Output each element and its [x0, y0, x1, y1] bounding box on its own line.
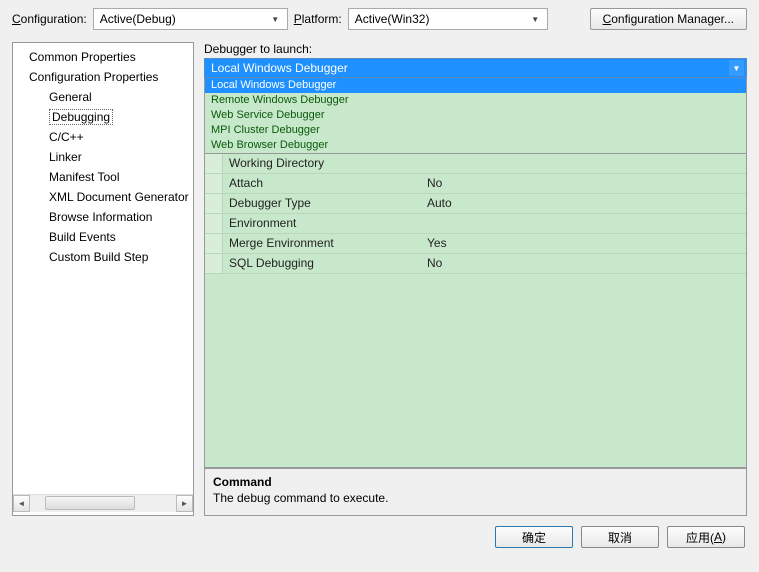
property-label: Attach	[223, 174, 423, 193]
apply-button[interactable]: 应用(A)应用(A)	[667, 526, 745, 548]
property-label: Environment	[223, 214, 423, 233]
row-handle	[205, 234, 223, 253]
row-handle	[205, 254, 223, 273]
scroll-track[interactable]	[30, 495, 176, 512]
help-title: Command	[213, 475, 738, 489]
property-row[interactable]: Debugger Type Auto	[205, 194, 746, 214]
cancel-button[interactable]: 取消	[581, 526, 659, 548]
configuration-manager-button[interactable]: Configuration Manager...Configuration Ma…	[590, 8, 747, 30]
dropdown-option[interactable]: Web Browser Debugger	[205, 138, 746, 153]
top-bar: CConfiguration:onfiguration: Active(Debu…	[0, 0, 759, 38]
scroll-thumb[interactable]	[45, 496, 135, 510]
tree-item-debugging[interactable]: Debugging	[13, 107, 193, 127]
debugger-launch-dropdown[interactable]: Local Windows Debugger ▼	[204, 58, 747, 78]
help-panel: Command The debug command to execute.	[204, 468, 747, 516]
dropdown-option[interactable]: Local Windows Debugger	[205, 78, 746, 93]
platform-value: Active(Win32)	[355, 12, 430, 26]
tree-item-configuration-properties[interactable]: Configuration Properties	[13, 67, 193, 87]
property-value[interactable]: No	[423, 174, 746, 193]
property-label: Debugger Type	[223, 194, 423, 213]
ok-button[interactable]: 确定	[495, 526, 573, 548]
right-panel: Debugger to launch: Local Windows Debugg…	[204, 42, 747, 516]
tree-content: Common Properties Configuration Properti…	[13, 47, 193, 494]
tree-item-common-properties[interactable]: Common Properties	[13, 47, 193, 67]
property-label: SQL Debugging	[223, 254, 423, 273]
property-grid: Working Directory Attach No Debugger Typ…	[204, 154, 747, 468]
debugger-selected: Local Windows Debugger	[211, 61, 348, 75]
property-row[interactable]: Environment	[205, 214, 746, 234]
tree-item-linker[interactable]: Linker	[13, 147, 193, 167]
tree-item-general[interactable]: General	[13, 87, 193, 107]
platform-dropdown[interactable]: Active(Win32) ▼	[348, 8, 548, 30]
tree-item-manifest-tool[interactable]: Manifest Tool	[13, 167, 193, 187]
debugger-launch-label: Debugger to launch:	[204, 42, 747, 56]
tree-item-cpp[interactable]: C/C++	[13, 127, 193, 147]
configuration-value: Active(Debug)	[100, 12, 176, 26]
row-handle	[205, 194, 223, 213]
tree-item-browse-information[interactable]: Browse Information	[13, 207, 193, 227]
tree-item-xml-document-generator[interactable]: XML Document Generator	[13, 187, 193, 207]
help-description: The debug command to execute.	[213, 491, 738, 505]
tree-item-build-events[interactable]: Build Events	[13, 227, 193, 247]
property-label: Working Directory	[223, 154, 423, 173]
property-label: Merge Environment	[223, 234, 423, 253]
chevron-down-icon: ▼	[729, 60, 744, 76]
chevron-down-icon: ▼	[528, 11, 543, 27]
dropdown-option[interactable]: MPI Cluster Debugger	[205, 123, 746, 138]
horizontal-scrollbar[interactable]: ◄ ►	[13, 494, 193, 511]
property-row[interactable]: Attach No	[205, 174, 746, 194]
property-value[interactable]: Yes	[423, 234, 746, 253]
main-area: Common Properties Configuration Properti…	[0, 38, 759, 516]
property-row[interactable]: Working Directory	[205, 154, 746, 174]
property-value[interactable]	[423, 214, 746, 233]
property-value[interactable]: No	[423, 254, 746, 273]
property-value[interactable]	[423, 154, 746, 173]
debugger-dropdown-list: Local Windows Debugger Remote Windows De…	[204, 78, 747, 154]
row-handle	[205, 214, 223, 233]
row-handle	[205, 174, 223, 193]
tree-item-custom-build-step[interactable]: Custom Build Step	[13, 247, 193, 267]
platform-label: Platform:Platform:	[294, 12, 342, 26]
dropdown-option[interactable]: Web Service Debugger	[205, 108, 746, 123]
property-row[interactable]: Merge Environment Yes	[205, 234, 746, 254]
configuration-label: CConfiguration:onfiguration:	[12, 12, 87, 26]
tree-panel: Common Properties Configuration Properti…	[12, 42, 194, 516]
property-value[interactable]: Auto	[423, 194, 746, 213]
property-row[interactable]: SQL Debugging No	[205, 254, 746, 274]
configuration-dropdown[interactable]: Active(Debug) ▼	[93, 8, 288, 30]
dropdown-option[interactable]: Remote Windows Debugger	[205, 93, 746, 108]
row-handle	[205, 154, 223, 173]
dialog-buttons: 确定 取消 应用(A)应用(A)	[0, 516, 759, 558]
chevron-down-icon: ▼	[268, 11, 283, 27]
scroll-right-button[interactable]: ►	[176, 495, 193, 512]
scroll-left-button[interactable]: ◄	[13, 495, 30, 512]
